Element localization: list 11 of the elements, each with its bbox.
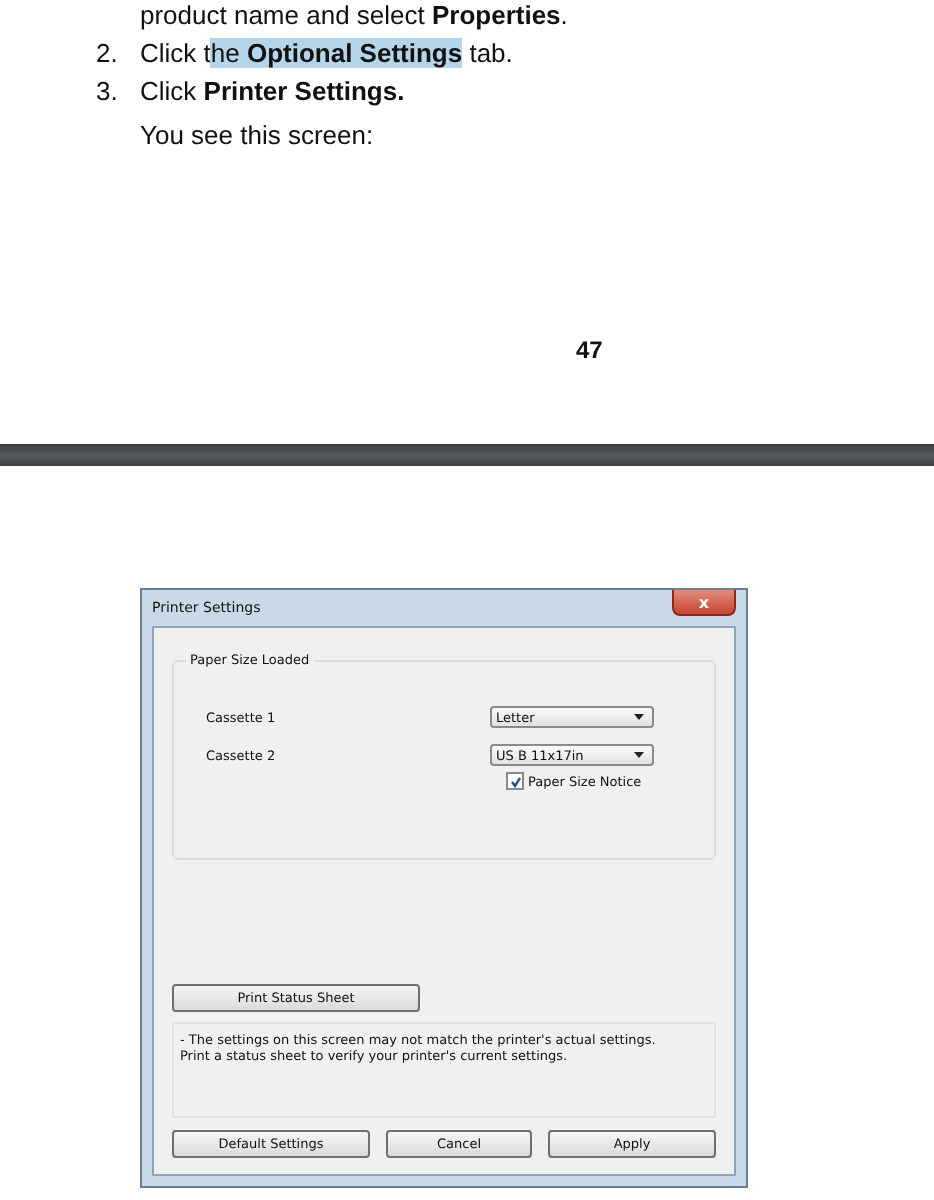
step-text: Click the Optional Settings tab.	[140, 38, 513, 70]
caret-icon	[634, 714, 644, 720]
step-number: 3.	[96, 76, 120, 108]
checkbox[interactable]	[506, 772, 524, 790]
step-note: You see this screen:	[138, 120, 376, 152]
page-number: 47	[576, 336, 603, 364]
caret-icon	[634, 752, 644, 758]
step-text: Click Printer Settings.	[140, 76, 405, 108]
step-number: 2.	[96, 38, 120, 70]
step-text: product name and select Properties.	[140, 0, 568, 32]
close-button[interactable]: x	[672, 590, 736, 616]
